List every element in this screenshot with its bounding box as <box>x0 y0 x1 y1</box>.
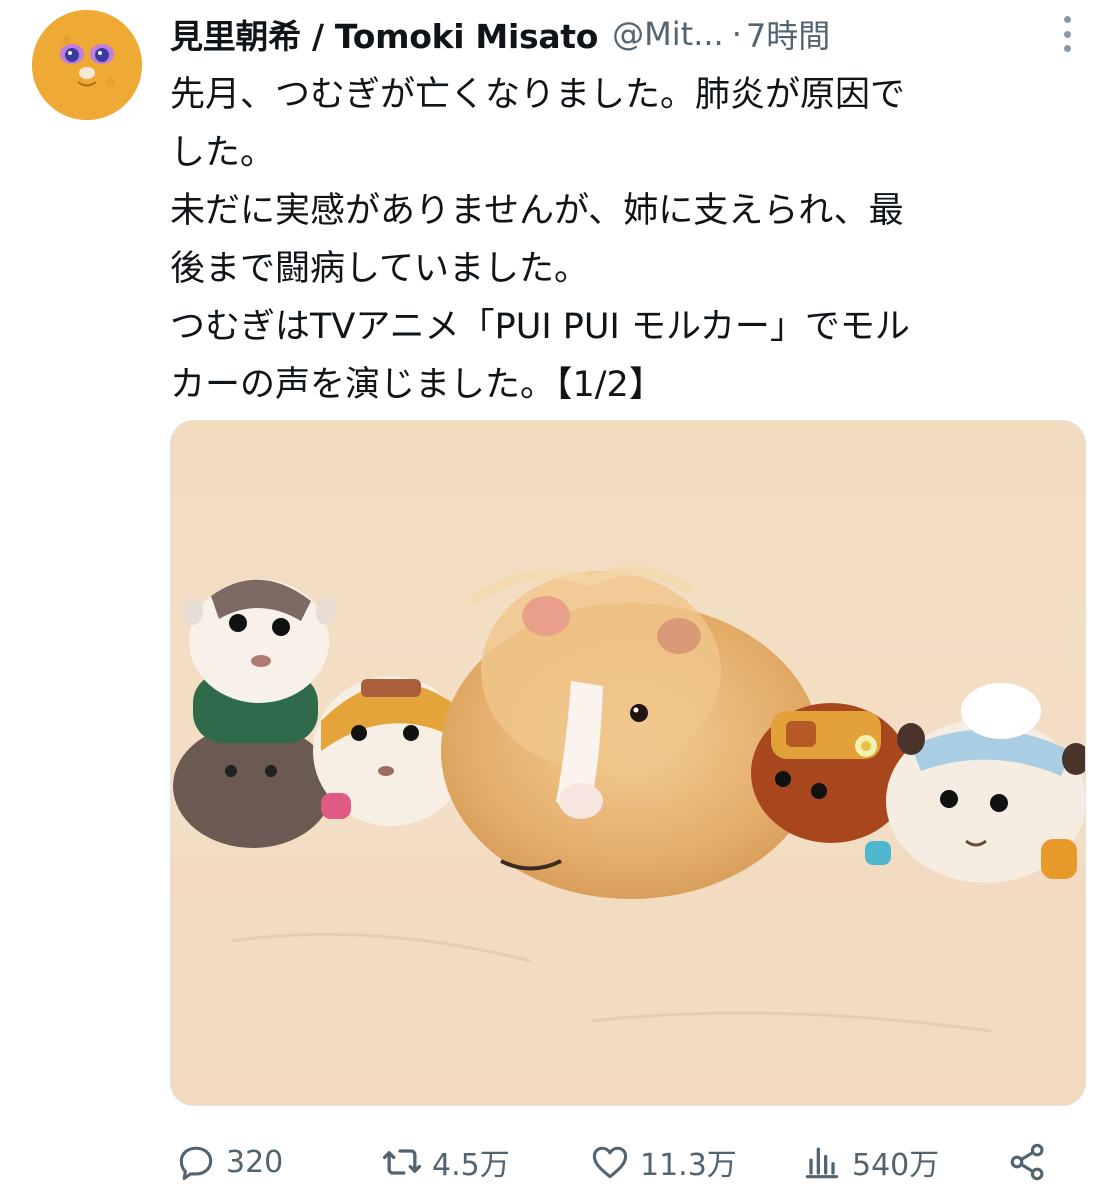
tweet-text-line: 未だに実感がありませんが、姉に支えられ、最 <box>170 191 904 231</box>
share-button[interactable] <box>1006 1136 1050 1188</box>
tweet-card: 見里朝希 / Tomoki Misato @Mit... · 7時間 先月、つむ… <box>0 0 1119 1200</box>
more-dot <box>1063 16 1071 23</box>
share-icon <box>1010 1143 1044 1181</box>
like-count: 11.3万 <box>640 1148 737 1183</box>
tweet-text: 先月、つむぎが亡くなりました。肺炎が原因で した。 未だに実感がありませんが、姉… <box>170 66 1095 414</box>
retweet-icon <box>382 1149 422 1175</box>
separator-dot: · <box>731 15 742 53</box>
views-icon <box>805 1147 839 1179</box>
avatar[interactable] <box>32 10 142 120</box>
tweet-text-line: 先月、つむぎが亡くなりました。肺炎が原因で <box>170 75 906 115</box>
reply-button[interactable]: 320 <box>174 1136 283 1188</box>
reply-icon <box>179 1146 213 1181</box>
more-dot <box>1063 30 1071 38</box>
retweet-count: 4.5万 <box>432 1148 510 1183</box>
guinea-pig-photo <box>171 421 1085 1105</box>
timestamp[interactable]: 7時間 <box>746 11 830 57</box>
like-button[interactable]: 11.3万 <box>588 1136 737 1188</box>
more-dot <box>1063 45 1071 52</box>
tweet-photo[interactable] <box>170 420 1086 1106</box>
heart-icon <box>592 1146 628 1179</box>
tweet-text-line: した。 <box>170 133 276 173</box>
display-name[interactable]: 見里朝希 / Tomoki Misato <box>170 10 598 58</box>
tweet-text-line: カーの声を演じました。【1/2】 <box>170 365 664 405</box>
view-count: 540万 <box>852 1148 940 1183</box>
retweet-button[interactable]: 4.5万 <box>380 1136 510 1188</box>
user-handle[interactable]: @Mit... <box>612 15 724 53</box>
tweet-text-line: 後まで闘病していました。 <box>170 249 589 289</box>
avatar-felt-face <box>32 10 142 120</box>
reply-count: 320 <box>226 1144 284 1180</box>
action-bar: 320 4.5万 11.3万 540万 <box>170 1136 1070 1188</box>
more-icon[interactable] <box>1052 12 1082 56</box>
tweet-header: 見里朝希 / Tomoki Misato @Mit... · 7時間 <box>170 8 1070 60</box>
views-button[interactable]: 540万 <box>800 1136 939 1188</box>
tweet-text-line: つむぎはTVアニメ「PUI PUI モルカー」でモル <box>170 307 910 347</box>
